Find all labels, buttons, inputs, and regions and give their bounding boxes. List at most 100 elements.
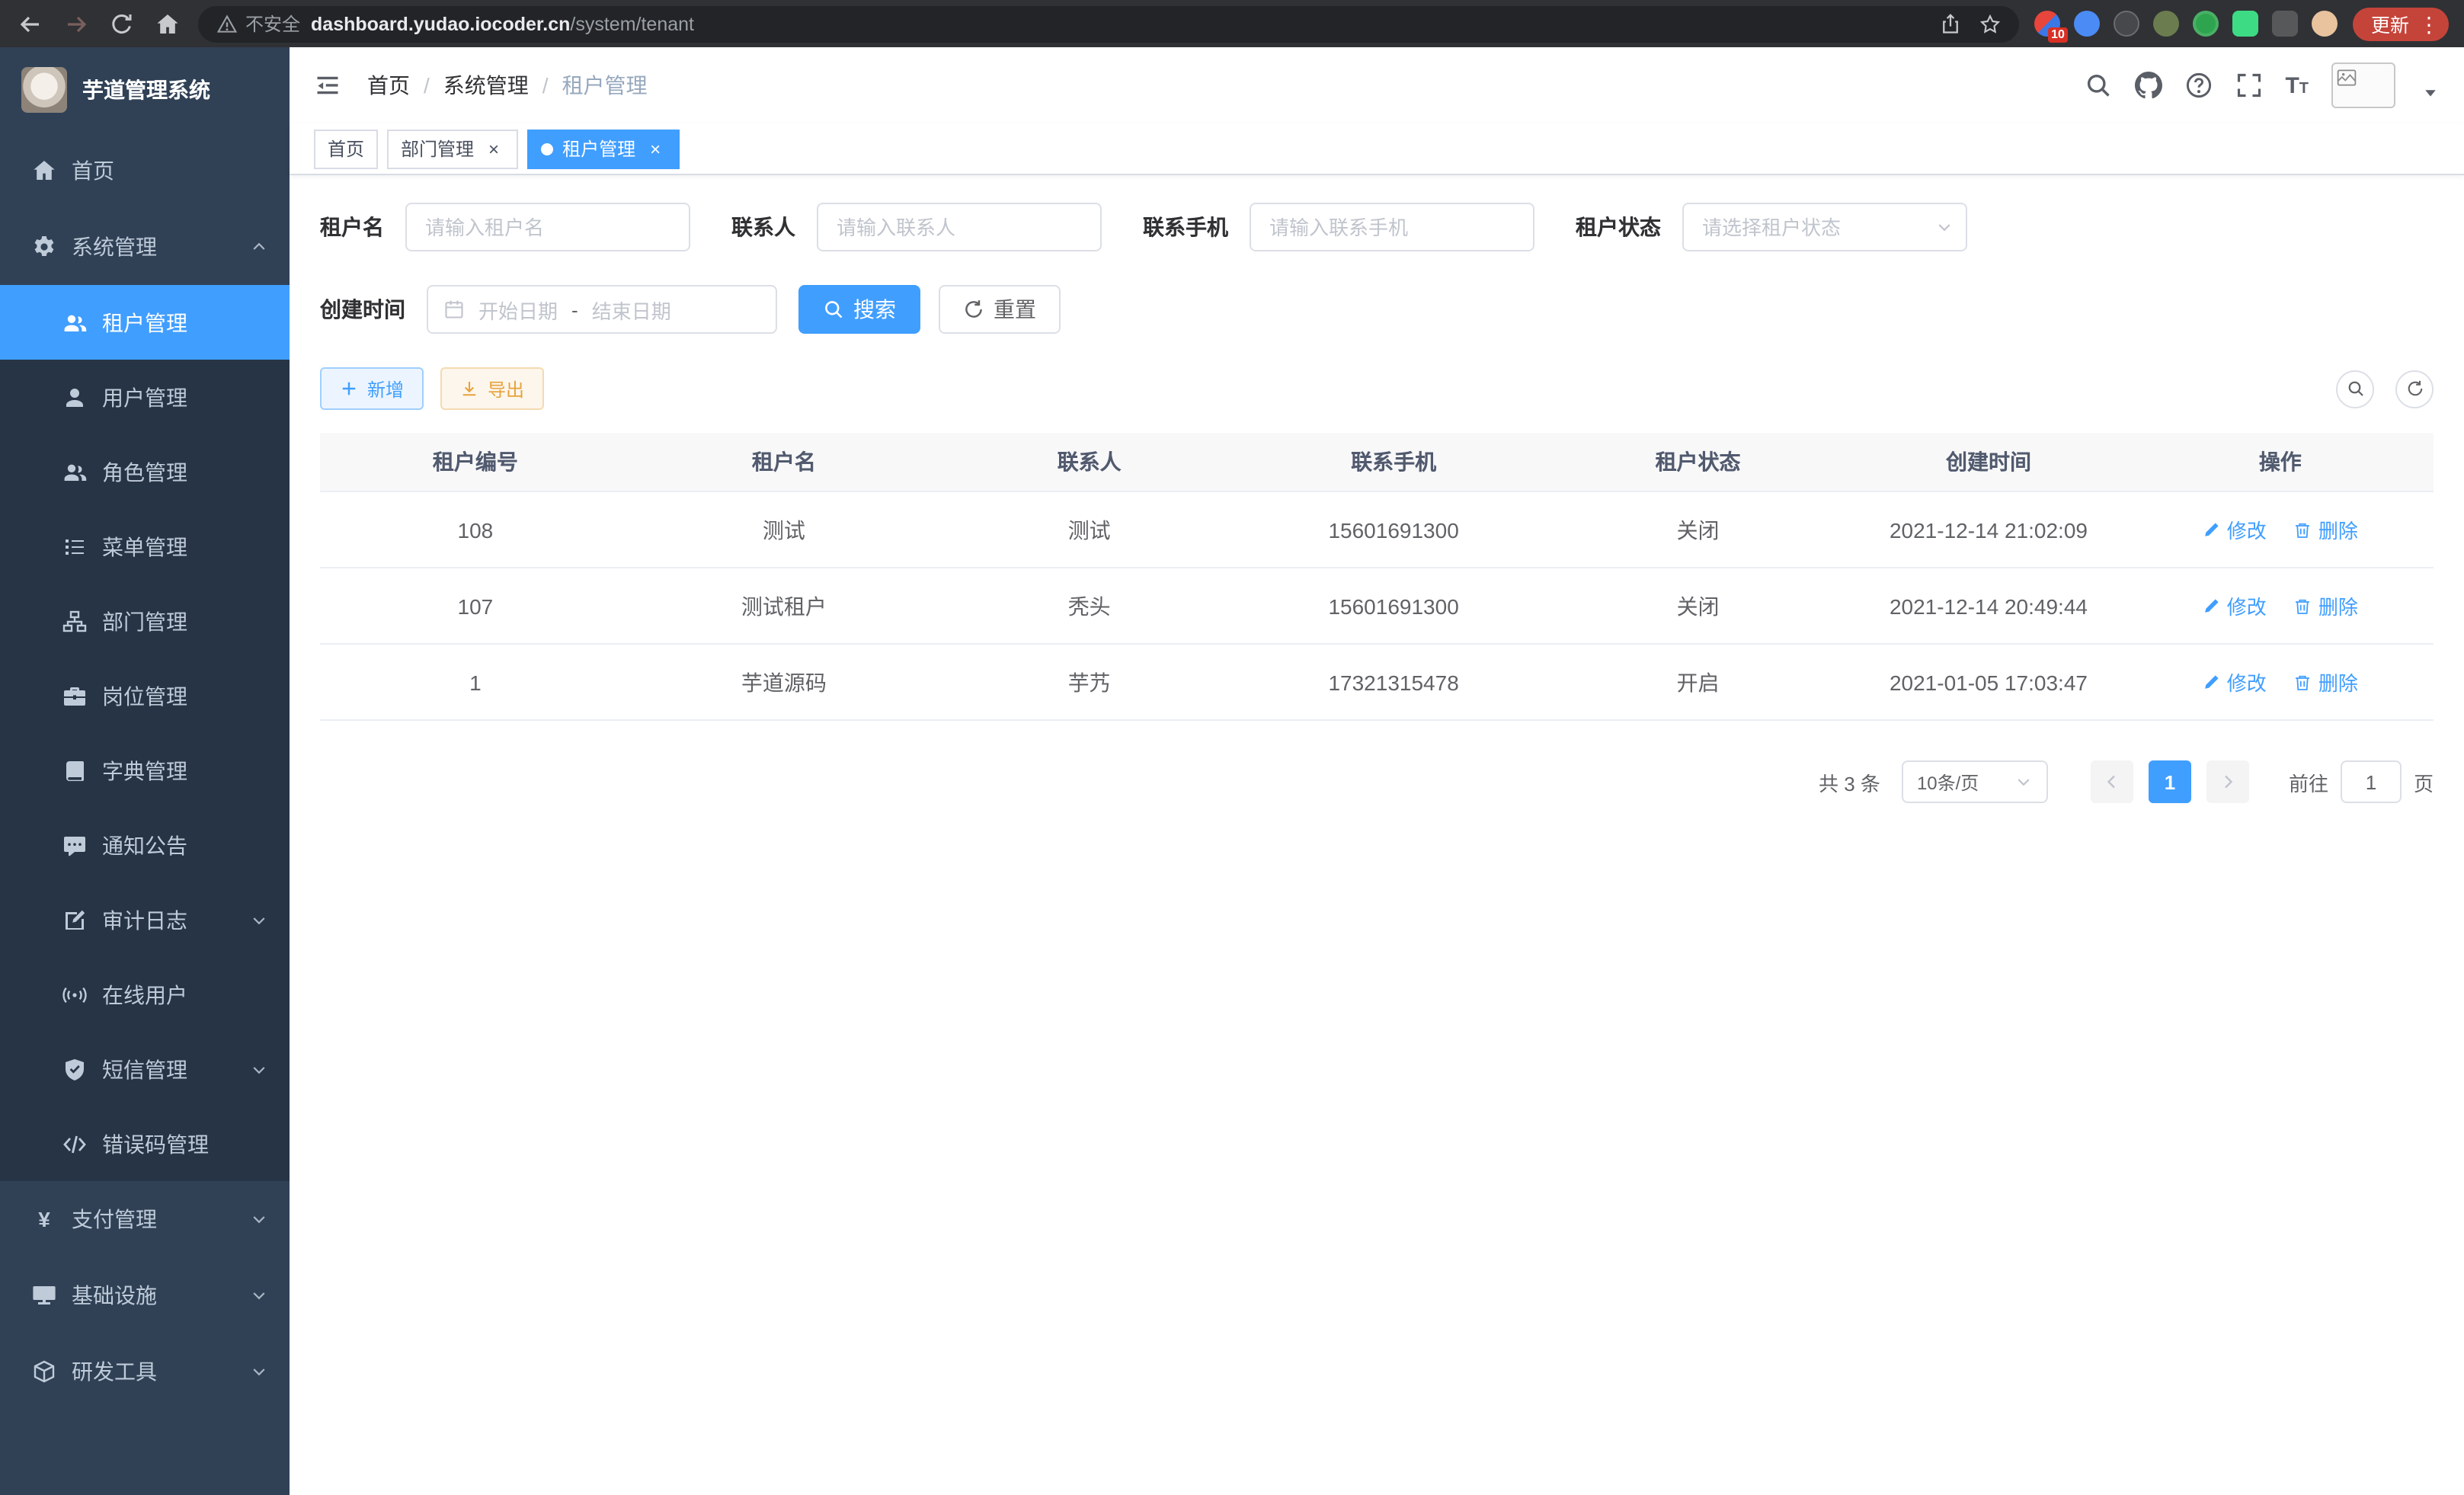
browser-home-button[interactable] [152, 8, 183, 39]
sidebar-item-notice[interactable]: 通知公告 [0, 808, 290, 882]
sidebar-item-role[interactable]: 角色管理 [0, 434, 290, 509]
prev-page-button[interactable] [2091, 760, 2133, 803]
search-button-label: 搜索 [853, 294, 896, 325]
security-chip[interactable]: 不安全 [216, 11, 300, 37]
browser-back-button[interactable] [15, 8, 46, 39]
page-content: 租户名 联系人 联系手机 租户状态 [290, 175, 2464, 1495]
sidebar-item-label: 研发工具 [72, 1356, 157, 1387]
col-tenant-id: 租户编号 [320, 433, 631, 491]
reset-button[interactable]: 重置 [939, 285, 1061, 334]
profile-avatar[interactable] [2312, 11, 2338, 37]
extension-green-square-icon[interactable] [2232, 11, 2258, 37]
cell-tenant-name: 测试 [631, 491, 937, 568]
sidebar-logo[interactable]: 芋道管理系统 [0, 47, 290, 133]
tab-close-icon[interactable]: × [645, 138, 666, 159]
github-icon[interactable] [2134, 72, 2162, 99]
dept-tree-icon [62, 609, 87, 633]
delete-link[interactable]: 删除 [2294, 515, 2358, 544]
help-question-icon[interactable] [2184, 72, 2212, 99]
sidebar-item-online-user[interactable]: 在线用户 [0, 957, 290, 1032]
phone-label: 联系手机 [1143, 212, 1228, 242]
sidebar-item-dict[interactable]: 字典管理 [0, 733, 290, 808]
extensions-puzzle-icon[interactable] [2272, 11, 2298, 37]
sidebar-group-devtools[interactable]: 研发工具 [0, 1333, 290, 1410]
tab-home[interactable]: 首页 [314, 129, 378, 168]
sidebar-item-error-code[interactable]: 错误码管理 [0, 1106, 290, 1181]
chevron-down-icon [250, 1286, 268, 1305]
search-button[interactable]: 搜索 [798, 285, 920, 334]
browser-reload-button[interactable] [107, 8, 137, 39]
add-button-label: 新增 [367, 376, 404, 402]
header-search-icon[interactable] [2084, 72, 2111, 99]
update-button[interactable]: 更新 ⋮ [2353, 7, 2449, 40]
cell-phone: 17321315478 [1241, 644, 1545, 720]
contact-input[interactable] [817, 203, 1102, 251]
sidebar-item-post[interactable]: 岗位管理 [0, 658, 290, 733]
extension-dark-globe-icon[interactable] [2114, 11, 2139, 37]
extension-badged-icon[interactable]: 10 [2034, 11, 2060, 37]
sidebar-collapse-button[interactable] [314, 72, 341, 99]
share-icon[interactable] [1940, 13, 1961, 34]
delete-link[interactable]: 删除 [2294, 591, 2358, 620]
sidebar-group-sms[interactable]: 短信管理 [0, 1032, 290, 1106]
edit-link[interactable]: 修改 [2203, 515, 2267, 544]
edit-link[interactable]: 修改 [2203, 667, 2267, 696]
goto-label: 前往 [2289, 767, 2328, 796]
extension-blue-icon[interactable] [2074, 11, 2100, 37]
sidebar-group-payment[interactable]: ¥ 支付管理 [0, 1181, 290, 1257]
tenant-name-input[interactable] [405, 203, 690, 251]
bookmark-star-icon[interactable] [1979, 13, 2001, 34]
sidebar-group-audit-log[interactable]: 审计日志 [0, 882, 290, 957]
sidebar-item-tenant[interactable]: 租户管理 [0, 285, 290, 360]
plus-icon [340, 379, 358, 398]
address-bar[interactable]: 不安全 dashboard.yudao.iocoder.cn/system/te… [198, 5, 2019, 42]
sidebar-item-label: 错误码管理 [102, 1128, 209, 1159]
edit-link[interactable]: 修改 [2203, 591, 2267, 620]
sidebar-item-menu[interactable]: 菜单管理 [0, 509, 290, 584]
sidebar: 芋道管理系统 首页 系统管理 租户管理 [0, 47, 290, 1495]
breadcrumb-system[interactable]: 系统管理 [443, 70, 529, 101]
export-button[interactable]: 导出 [440, 367, 544, 410]
font-size-icon[interactable]: TT [2285, 74, 2309, 97]
delete-link[interactable]: 删除 [2294, 667, 2358, 696]
broken-image-icon [2336, 67, 2357, 88]
avatar-caret-down-icon[interactable] [2421, 84, 2440, 102]
tab-close-icon[interactable]: × [483, 138, 504, 159]
tab-tenant[interactable]: 租户管理 × [527, 129, 680, 168]
phone-input[interactable] [1250, 203, 1534, 251]
date-separator: - [571, 298, 578, 321]
app-title: 芋道管理系统 [82, 75, 210, 105]
page-size-select[interactable]: 10条/页 [1902, 760, 2048, 803]
next-page-button[interactable] [2206, 760, 2249, 803]
extension-green-ring-icon[interactable] [2193, 11, 2219, 37]
export-button-label: 导出 [488, 376, 524, 402]
add-button[interactable]: 新增 [320, 367, 424, 410]
sidebar-group-infra[interactable]: 基础设施 [0, 1257, 290, 1333]
fullscreen-icon[interactable] [2235, 72, 2262, 99]
extension-olive-icon[interactable] [2153, 11, 2179, 37]
status-label: 租户状态 [1576, 212, 1661, 242]
goto-page-input[interactable] [2341, 760, 2402, 803]
cell-tenant-name: 芋道源码 [631, 644, 937, 720]
create-time-range-picker[interactable]: 开始日期 - 结束日期 [427, 285, 777, 334]
sidebar-item-label: 系统管理 [72, 232, 157, 262]
breadcrumb-home[interactable]: 首页 [367, 70, 410, 101]
tab-dept[interactable]: 部门管理 × [387, 129, 518, 168]
browser-menu-dots-icon[interactable]: ⋮ [2418, 13, 2440, 34]
refresh-table-button[interactable] [2395, 370, 2434, 408]
sidebar-item-home[interactable]: 首页 [0, 133, 290, 209]
sidebar-item-user[interactable]: 用户管理 [0, 360, 290, 434]
sidebar-group-system[interactable]: 系统管理 [0, 209, 290, 285]
sidebar-item-dept[interactable]: 部门管理 [0, 584, 290, 658]
col-actions: 操作 [2127, 433, 2434, 491]
breadcrumb-separator: / [542, 73, 549, 98]
status-select[interactable] [1682, 203, 1967, 251]
user-avatar[interactable] [2331, 62, 2395, 108]
browser-forward-button[interactable] [61, 8, 91, 39]
user-icon [62, 385, 87, 409]
toggle-search-button[interactable] [2336, 370, 2374, 408]
search-icon [823, 299, 844, 320]
briefcase-icon [62, 683, 87, 708]
page-number-1[interactable]: 1 [2149, 760, 2191, 803]
chevron-down-icon [250, 911, 268, 929]
